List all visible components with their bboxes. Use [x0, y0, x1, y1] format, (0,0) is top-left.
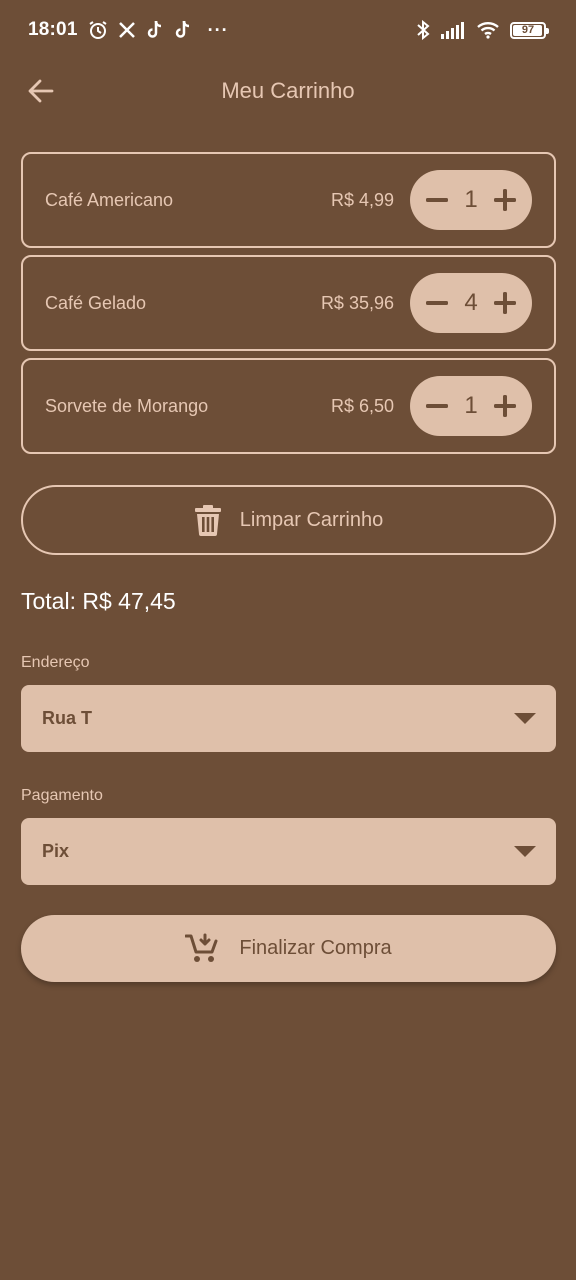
caret-down-icon	[514, 846, 536, 857]
payment-value: Pix	[42, 841, 70, 861]
quantity-stepper: 4	[410, 273, 532, 333]
alarm-icon	[88, 20, 108, 40]
payment-select[interactable]: Pix	[21, 818, 556, 885]
cart-total: Total: R$ 47,45	[21, 588, 176, 614]
x-icon	[118, 21, 136, 39]
tiktok-icon	[146, 20, 164, 40]
item-price: R$ 6,50	[330, 395, 394, 416]
item-name: Café Gelado	[45, 292, 147, 313]
wifi-icon	[476, 21, 500, 39]
cart-screen: 18:01 ··· 97 Meu Carrinho Café Americano…	[0, 0, 576, 1280]
battery-icon: 97	[510, 21, 549, 39]
item-quantity: 4	[464, 289, 478, 316]
cart-item: Sorvete de Morango R$ 6,50 1	[21, 358, 556, 454]
back-button[interactable]	[24, 74, 58, 108]
minus-icon	[426, 301, 448, 305]
minus-icon	[426, 404, 448, 408]
item-price: R$ 4,99	[330, 189, 394, 210]
cart-item: Café Americano R$ 4,99 1	[21, 152, 556, 248]
checkout-button[interactable]: Finalizar Compra	[21, 915, 556, 982]
increase-button[interactable]	[492, 290, 518, 316]
decrease-button[interactable]	[424, 290, 450, 316]
clear-cart-label: Limpar Carrinho	[239, 508, 384, 531]
item-quantity: 1	[464, 186, 478, 213]
minus-icon	[426, 198, 448, 202]
payment-label: Pagamento	[21, 787, 103, 804]
bluetooth-icon	[416, 20, 430, 40]
clear-cart-button[interactable]: Limpar Carrinho	[21, 485, 556, 555]
item-quantity: 1	[464, 392, 478, 419]
arrow-left-icon	[28, 79, 54, 103]
item-name: Sorvete de Morango	[45, 395, 209, 416]
address-value: Rua T	[42, 708, 93, 728]
quantity-stepper: 1	[410, 376, 532, 436]
more-notifications-icon: ···	[207, 19, 229, 40]
status-bar: 18:01 ··· 97	[0, 0, 576, 60]
address-label: Endereço	[21, 654, 90, 671]
page-title: Meu Carrinho	[221, 78, 355, 103]
plus-icon	[493, 189, 516, 211]
decrease-button[interactable]	[424, 393, 450, 419]
tiktok-icon	[174, 20, 192, 40]
plus-icon	[493, 292, 516, 314]
increase-button[interactable]	[492, 393, 518, 419]
checkout-label: Finalizar Compra	[239, 937, 392, 959]
cart-add-icon	[185, 933, 218, 962]
item-price: R$ 35,96	[320, 292, 394, 313]
cart-list: Café Americano R$ 4,99 1 Café Gelado R$ …	[21, 152, 556, 461]
signal-icon	[440, 21, 466, 39]
trash-icon	[194, 505, 221, 536]
item-name: Café Americano	[45, 189, 174, 210]
app-bar: Meu Carrinho	[0, 62, 576, 120]
status-time: 18:01	[28, 19, 78, 40]
decrease-button[interactable]	[424, 187, 450, 213]
cart-item: Café Gelado R$ 35,96 4	[21, 255, 556, 351]
battery-level: 97	[521, 24, 535, 36]
address-select[interactable]: Rua T	[21, 685, 556, 752]
plus-icon	[493, 395, 516, 417]
quantity-stepper: 1	[410, 170, 532, 230]
caret-down-icon	[514, 713, 536, 724]
increase-button[interactable]	[492, 187, 518, 213]
